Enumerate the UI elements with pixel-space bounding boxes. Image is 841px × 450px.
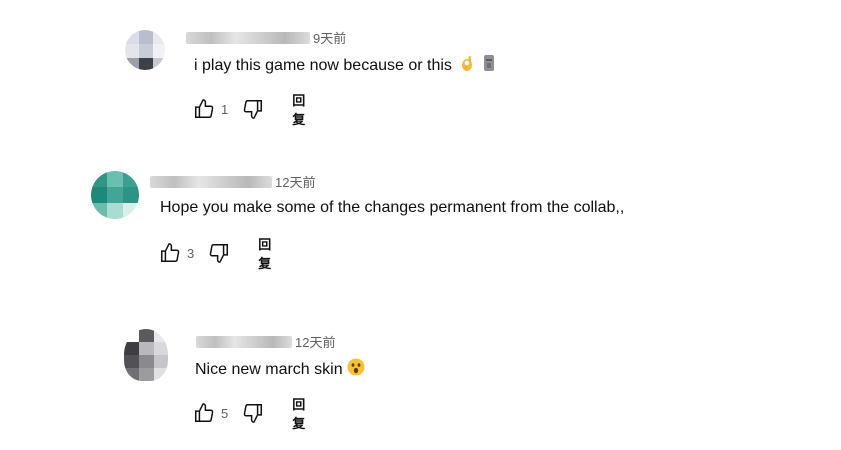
comment-text: Hope you make some of the changes perman… xyxy=(160,199,625,216)
thumbs-down-icon[interactable] xyxy=(242,97,264,121)
comment-time[interactable]: 12天前 xyxy=(295,332,335,351)
comment-time[interactable]: 9天前 xyxy=(313,28,346,47)
avatar[interactable] xyxy=(124,329,168,381)
thumbs-up-icon[interactable] xyxy=(193,97,215,121)
thumbs-down-icon[interactable] xyxy=(242,401,264,425)
ok-hand-emoji xyxy=(458,54,476,77)
thumbs-up-icon[interactable] xyxy=(193,401,215,425)
author-name[interactable] xyxy=(186,31,310,44)
comment-time[interactable]: 12天前 xyxy=(275,172,315,191)
astonished-face-emoji xyxy=(347,358,365,381)
author-name[interactable] xyxy=(150,175,272,188)
comment-text: i play this game now because or this xyxy=(194,56,452,74)
moai-emoji xyxy=(482,54,496,77)
like-count: 1 xyxy=(221,101,229,117)
comment-text: Nice new march skin xyxy=(195,360,343,378)
author-name[interactable] xyxy=(196,335,292,348)
thumbs-up-icon[interactable] xyxy=(159,241,181,265)
reply-button[interactable]: 回复 xyxy=(258,234,275,272)
avatar[interactable] xyxy=(125,30,165,70)
like-count: 5 xyxy=(221,405,229,421)
thumbs-down-icon[interactable] xyxy=(208,241,230,265)
reply-button[interactable]: 回复 xyxy=(292,90,309,128)
avatar[interactable] xyxy=(91,171,139,219)
reply-button[interactable]: 回复 xyxy=(292,394,309,432)
like-count: 3 xyxy=(187,245,195,261)
